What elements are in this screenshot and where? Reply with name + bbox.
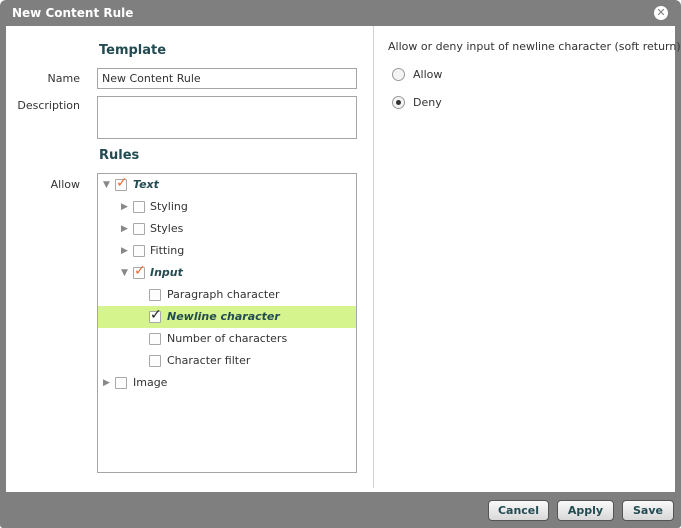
tree-node-paragraph-character[interactable]: Paragraph character — [98, 284, 356, 306]
allow-label: Allow — [50, 178, 80, 191]
tree-node-input[interactable]: ▼ ✓ Input — [98, 262, 356, 284]
expand-arrow-icon[interactable]: ▶ — [120, 203, 129, 212]
input-checkbox[interactable]: ✓ — [133, 263, 146, 279]
checkmark-icon: ✓ — [150, 307, 162, 323]
tree-node-label: Paragraph character — [167, 288, 280, 301]
radio-selected-dot-icon — [396, 100, 401, 105]
panel-divider — [373, 26, 374, 488]
paragraph-character-checkbox[interactable] — [149, 289, 161, 301]
close-icon[interactable]: ✕ — [654, 6, 668, 20]
tree-node-character-filter[interactable]: Character filter — [98, 350, 356, 372]
collapse-arrow-icon[interactable]: ▼ — [102, 181, 111, 190]
tree-node-fitting[interactable]: ▶ Fitting — [98, 240, 356, 262]
styles-checkbox[interactable] — [133, 223, 145, 235]
tree-node-number-of-characters[interactable]: Number of characters — [98, 328, 356, 350]
tree-node-label: Newline character — [167, 310, 280, 323]
tree-node-label: Fitting — [150, 244, 185, 257]
description-input[interactable] — [97, 96, 357, 139]
dialog-content: Template Name Description Rules Allow ▼ … — [6, 26, 681, 492]
name-input[interactable] — [97, 68, 357, 89]
tree-node-label: Number of characters — [167, 332, 288, 345]
allow-radio-label: Allow — [413, 68, 443, 81]
expand-arrow-icon[interactable]: ▶ — [120, 247, 129, 256]
rules-tree: ▼ ✓ Text ▶ Styling ▶ Styles ▶ Fitting ▼ … — [97, 173, 357, 473]
newline-character-checkbox[interactable]: ✓ — [149, 307, 162, 323]
deny-radio-label: Deny — [413, 96, 442, 109]
cancel-button[interactable]: Cancel — [488, 500, 549, 521]
collapse-arrow-icon[interactable]: ▼ — [120, 269, 129, 278]
image-checkbox[interactable] — [115, 377, 127, 389]
text-checkbox[interactable]: ✓ — [115, 175, 128, 191]
tree-node-label: Image — [133, 376, 168, 389]
allow-radio[interactable] — [392, 68, 405, 81]
styling-checkbox[interactable] — [133, 201, 145, 213]
newline-rule-description: Allow or deny input of newline character… — [388, 40, 681, 53]
expand-arrow-icon[interactable]: ▶ — [120, 225, 129, 234]
deny-radio[interactable] — [392, 96, 405, 109]
tree-node-newline-character[interactable]: ✓ Newline character — [98, 306, 356, 328]
description-label: Description — [17, 99, 80, 112]
character-filter-checkbox[interactable] — [149, 355, 161, 367]
number-of-characters-checkbox[interactable] — [149, 333, 161, 345]
tree-node-styles[interactable]: ▶ Styles — [98, 218, 356, 240]
new-content-rule-dialog: New Content Rule ✕ Template Name Descrip… — [0, 0, 681, 528]
apply-button[interactable]: Apply — [557, 500, 614, 521]
tree-node-label: Text — [133, 178, 159, 191]
save-button[interactable]: Save — [622, 500, 674, 521]
tree-node-image[interactable]: ▶ Image — [98, 372, 356, 394]
fitting-checkbox[interactable] — [133, 245, 145, 257]
tree-node-label: Character filter — [167, 354, 251, 367]
rules-heading: Rules — [99, 148, 140, 163]
checkmark-icon: ✓ — [134, 263, 146, 279]
tree-node-text[interactable]: ▼ ✓ Text — [98, 174, 356, 196]
tree-node-styling[interactable]: ▶ Styling — [98, 196, 356, 218]
tree-node-label: Styles — [150, 222, 184, 235]
dialog-title-bar: New Content Rule ✕ — [0, 0, 681, 26]
dialog-title: New Content Rule — [12, 6, 134, 20]
dialog-footer: Cancel Apply Save — [0, 492, 681, 528]
checkmark-icon: ✓ — [116, 175, 128, 191]
name-label: Name — [47, 72, 80, 85]
expand-arrow-icon[interactable]: ▶ — [102, 379, 111, 388]
template-heading: Template — [99, 43, 167, 58]
tree-node-label: Styling — [150, 200, 188, 213]
tree-node-label: Input — [150, 266, 183, 279]
